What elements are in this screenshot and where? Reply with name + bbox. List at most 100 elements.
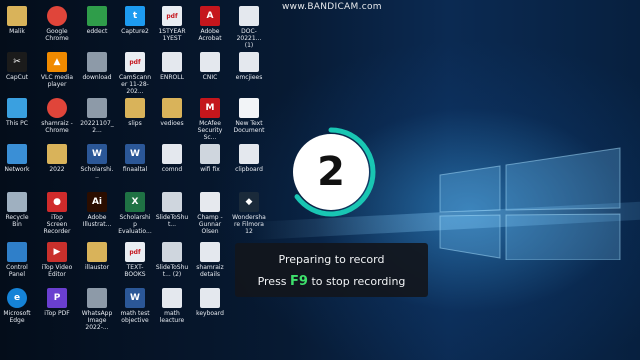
toast-hint-prefix: Press (257, 275, 287, 288)
executable-icon (200, 144, 220, 164)
document-icon (200, 288, 220, 308)
desktop-icon[interactable]: New Text Document (232, 98, 266, 134)
image-file-icon (87, 52, 107, 72)
desktop-icon-label: Adobe Acrobat (198, 28, 222, 42)
desktop-icon[interactable]: e Microsoft Edge (0, 288, 34, 324)
desktop-icon-label: iTop PDF (44, 310, 70, 317)
desktop-icon[interactable]: Network (0, 144, 34, 173)
desktop-icon-label: Adobe Illustrat... (82, 214, 112, 228)
desktop-icon[interactable]: X Scholarship Evaluatio... (118, 192, 152, 235)
desktop-icon-label: Google Chrome (45, 28, 69, 42)
desktop-icon-label: math leacture (159, 310, 185, 324)
desktop-icon-label: Malik (9, 28, 25, 35)
desktop-icon[interactable]: ◆ Wondershare Filmora 12 (232, 192, 266, 235)
toast-hint-suffix: to stop recording (311, 275, 406, 288)
desktop-icon[interactable]: vedioes (155, 98, 189, 127)
desktop-icon[interactable]: ▲ VLC media player (40, 52, 74, 88)
mcafee-icon: M (200, 98, 220, 118)
desktop-icon[interactable]: 2022 (40, 144, 74, 173)
chrome-icon (47, 6, 67, 26)
desktop-icon[interactable]: Control Panel (0, 242, 34, 278)
network-icon (7, 144, 27, 164)
capcut-icon: ✂ (7, 52, 27, 72)
desktop-icon-label: iTop Video Editor (41, 264, 73, 278)
desktop-icon-label: comnd (161, 166, 183, 173)
desktop-icon[interactable]: Champ - Gunnar Olsen (193, 192, 227, 235)
pdf-file-icon: pdf (162, 6, 182, 26)
desktop-icon[interactable]: emcjiees (232, 52, 266, 81)
desktop-icon[interactable]: shamraiz details (193, 242, 227, 278)
control-panel-icon (7, 242, 27, 262)
desktop-icon[interactable]: WhatsApp Image 2022-... (80, 288, 114, 331)
desktop-icon[interactable]: ✂ CapCut (0, 52, 34, 81)
desktop-icon[interactable]: DOC-20221... (1) (232, 6, 266, 49)
desktop-icon[interactable]: slips (118, 98, 152, 127)
desktop-icon-label: emcjiees (235, 74, 263, 81)
desktop-icon[interactable]: Recycle Bin (0, 192, 34, 228)
excel-file-icon: X (125, 192, 145, 212)
desktop-icon[interactable]: ▶ iTop Video Editor (40, 242, 74, 278)
desktop-icon[interactable]: Wmath test objective (118, 288, 152, 324)
desktop-icon-label: shamraiz - Chrome (41, 120, 73, 134)
desktop-icon[interactable]: 20221107_2... (80, 98, 114, 134)
desktop-icon[interactable]: W Scholarshi... (80, 144, 114, 180)
document-icon (200, 242, 220, 262)
desktop-icon-label: CamScanner 11-28-202... (118, 74, 152, 95)
desktop-icon[interactable]: ● iTop Screen Recorder (40, 192, 74, 235)
text-file-icon (239, 98, 259, 118)
document-icon (239, 144, 259, 164)
desktop-icon[interactable]: pdf TEXT-BOOKS (118, 242, 152, 278)
green-file-icon (87, 6, 107, 26)
computer-icon (7, 98, 27, 118)
desktop-icon[interactable]: download (80, 52, 114, 81)
desktop-icon[interactable]: comnd (155, 144, 189, 173)
desktop-icon[interactable]: A Adobe Acrobat (193, 6, 227, 42)
desktop-icon[interactable]: Google Chrome (40, 6, 74, 42)
desktop-icon-label: TEXT-BOOKS (124, 264, 146, 278)
image-file-icon (87, 288, 107, 308)
desktop-icon[interactable]: SlideToShut... (2) (155, 242, 189, 278)
document-icon (162, 288, 182, 308)
desktop-icon[interactable]: Ai Adobe Illustrat... (80, 192, 114, 228)
desktop-icon-label: 2022 (49, 166, 65, 173)
desktop-icon[interactable]: This PC (0, 98, 34, 127)
desktop-icon[interactable]: eddect (80, 6, 114, 35)
pdf-file-icon: pdf (125, 52, 145, 72)
desktop-icon-label: Recycle Bin (5, 214, 29, 228)
desktop-icon-label: wifi fix (200, 166, 220, 173)
desktop-icon[interactable]: math leacture (155, 288, 189, 324)
desktop-icon-label: clipboard (235, 166, 263, 173)
desktop-icon[interactable]: Wfinaaltal (118, 144, 152, 173)
desktop-icon[interactable]: SlideToShut... (155, 192, 189, 228)
desktop-icon-label: Scholarship Evaluatio... (118, 214, 152, 235)
document-icon (239, 6, 259, 26)
desktop-icon-label: Wondershare Filmora 12 (232, 214, 266, 235)
audio-file-icon (200, 192, 220, 212)
desktop-icon[interactable]: clipboard (232, 144, 266, 173)
desktop-icon[interactable]: Malik (0, 6, 34, 35)
desktop-icon[interactable]: ENROLL (155, 52, 189, 81)
recording-toast: Preparing to record Press F9 to stop rec… (235, 243, 428, 297)
desktop-icon[interactable]: t Capture2 (118, 6, 152, 35)
desktop-icon[interactable]: illaustor (80, 242, 114, 271)
toast-hint: Press F9 to stop recording (235, 274, 428, 289)
itop-editor-icon: ▶ (47, 242, 67, 262)
folder-icon (47, 144, 67, 164)
windows-logo-wallpaper (439, 147, 621, 260)
desktop-icon-label: WhatsApp Image 2022-... (81, 310, 113, 331)
desktop-icon[interactable]: shamraiz - Chrome (40, 98, 74, 134)
desktop-icon[interactable]: pdf CamScanner 11-28-202... (118, 52, 152, 95)
desktop-icon[interactable]: pdf 1STYEAR 1YEST (155, 6, 189, 42)
document-icon (239, 52, 259, 72)
desktop-icon[interactable]: PiTop PDF (40, 288, 74, 317)
desktop-icon[interactable]: M McAfee Security Sc... (193, 98, 227, 141)
itop-recorder-icon: ● (47, 192, 67, 212)
desktop-icon-label: Microsoft Edge (3, 310, 31, 324)
desktop-icon-label: DOC-20221... (1) (236, 28, 262, 49)
desktop-icon[interactable]: keyboard (193, 288, 227, 317)
desktop-icon-label: SlideToShut... (2) (155, 264, 189, 278)
toast-title: Preparing to record (278, 253, 385, 266)
desktop-icon[interactable]: wifi fix (193, 144, 227, 173)
desktop-icon[interactable]: CNIC (193, 52, 227, 81)
folder-icon (125, 98, 145, 118)
